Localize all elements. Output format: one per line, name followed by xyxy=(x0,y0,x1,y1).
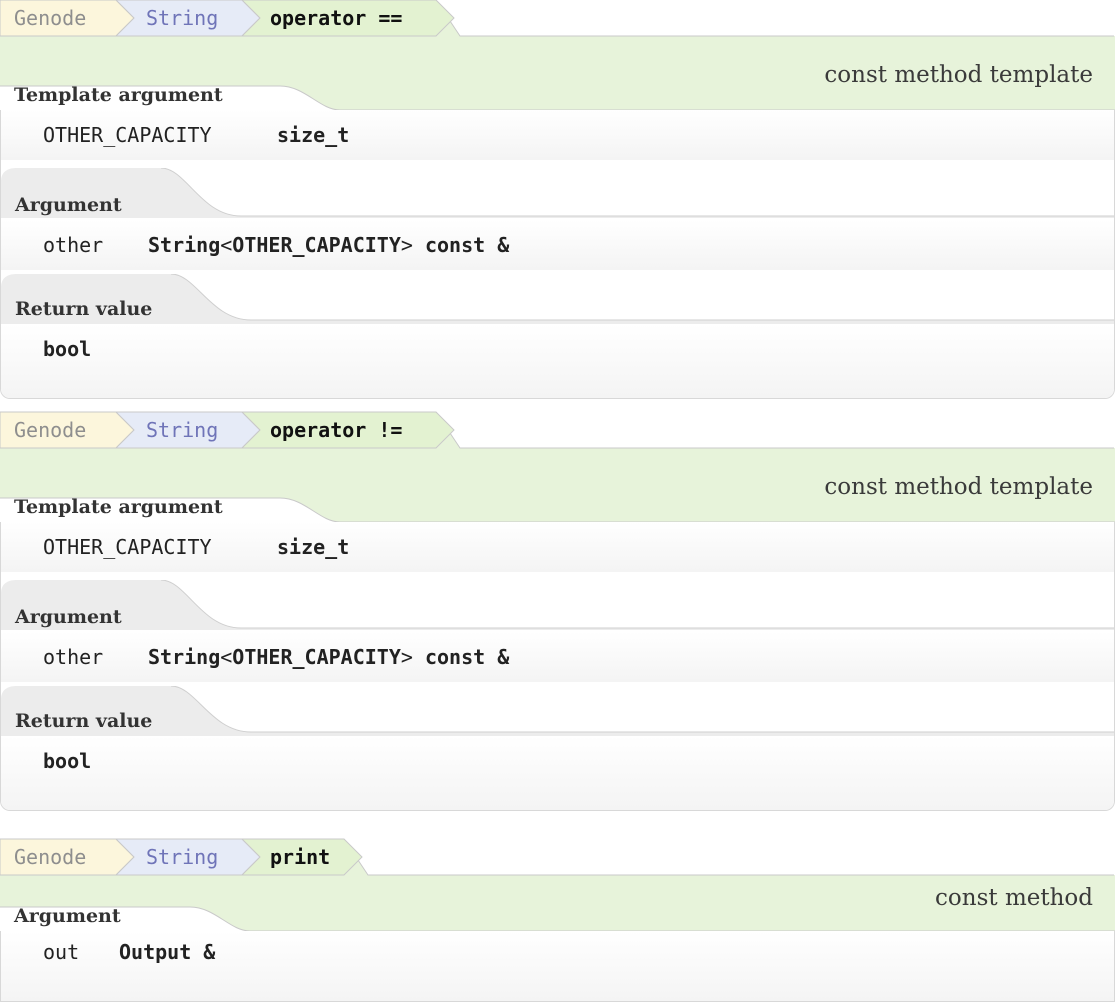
template-argument-heading: Template argument xyxy=(14,496,223,518)
template-argument-name: OTHER_CAPACITY xyxy=(43,123,212,147)
argument-type-class: String xyxy=(148,645,221,669)
argument-type-open: < xyxy=(220,645,233,669)
return-value-heading: Return value xyxy=(15,298,153,320)
argument-type-suffix: const & xyxy=(424,645,510,669)
return-value-row: bool xyxy=(1,324,1114,398)
breadcrumb-member[interactable]: operator != xyxy=(270,412,402,448)
argument-type-param: OTHER_CAPACITY xyxy=(232,645,401,669)
argument-type-close: > xyxy=(400,233,413,257)
argument-row: other String<OTHER_CAPACITY> const & xyxy=(1,220,1114,270)
api-entry-print: Genode String print const method Argumen… xyxy=(0,838,1115,1002)
argument-type: String<OTHER_CAPACITY> const & xyxy=(148,632,509,682)
argument-type-close: > xyxy=(400,645,413,669)
template-argument-row: OTHER_CAPACITY size_t xyxy=(1,110,1114,160)
entry-panel: OTHER_CAPACITY size_t Argument other Str… xyxy=(0,110,1115,399)
argument-heading: Argument xyxy=(14,905,121,927)
return-section-tab xyxy=(1,686,1114,736)
argument-type: String<OTHER_CAPACITY> const & xyxy=(148,220,509,270)
argument-heading: Argument xyxy=(15,606,122,628)
template-argument-name: OTHER_CAPACITY xyxy=(43,535,212,559)
breadcrumb-namespace[interactable]: Genode xyxy=(14,0,86,36)
entry-panel: OTHER_CAPACITY size_t Argument other Str… xyxy=(0,522,1115,811)
argument-name: other xyxy=(43,233,104,257)
breadcrumb-namespace[interactable]: Genode xyxy=(14,412,86,448)
argument-section-tab xyxy=(1,580,1114,630)
member-kind-label: const method template xyxy=(824,474,1093,500)
member-kind-label: const method xyxy=(935,885,1093,911)
argument-type: Output & xyxy=(119,940,216,964)
argument-section-tab xyxy=(1,168,1114,218)
breadcrumb-class[interactable]: String xyxy=(146,0,218,36)
template-argument-row: OTHER_CAPACITY size_t xyxy=(1,522,1114,572)
return-section-tab xyxy=(1,274,1114,324)
argument-row: out Output & xyxy=(1,931,1114,1001)
return-value-heading: Return value xyxy=(15,710,153,732)
return-type: bool xyxy=(43,749,92,773)
return-value-row: bool xyxy=(1,736,1114,810)
argument-type-param: OTHER_CAPACITY xyxy=(232,233,401,257)
api-entry-operator-eq: Genode String operator == const method t… xyxy=(0,0,1115,399)
template-argument-type: size_t xyxy=(277,123,350,147)
argument-row: other String<OTHER_CAPACITY> const & xyxy=(1,632,1114,682)
member-kind-label: const method template xyxy=(824,62,1093,88)
argument-name: out xyxy=(43,940,80,964)
argument-name: other xyxy=(43,645,104,669)
argument-type-class: String xyxy=(148,233,221,257)
template-argument-heading: Template argument xyxy=(14,84,223,106)
breadcrumb-member[interactable]: print xyxy=(270,839,330,875)
api-entry-operator-ne: Genode String operator != const method t… xyxy=(0,411,1115,811)
return-type: bool xyxy=(43,337,92,361)
breadcrumb-class[interactable]: String xyxy=(146,839,218,875)
argument-type-open: < xyxy=(220,233,233,257)
breadcrumb-member[interactable]: operator == xyxy=(270,0,402,36)
argument-heading: Argument xyxy=(15,194,122,216)
template-argument-type: size_t xyxy=(277,535,350,559)
argument-type-suffix: const & xyxy=(424,233,510,257)
breadcrumb-namespace[interactable]: Genode xyxy=(14,839,86,875)
entry-panel: out Output & xyxy=(0,931,1115,1002)
breadcrumb-class[interactable]: String xyxy=(146,412,218,448)
